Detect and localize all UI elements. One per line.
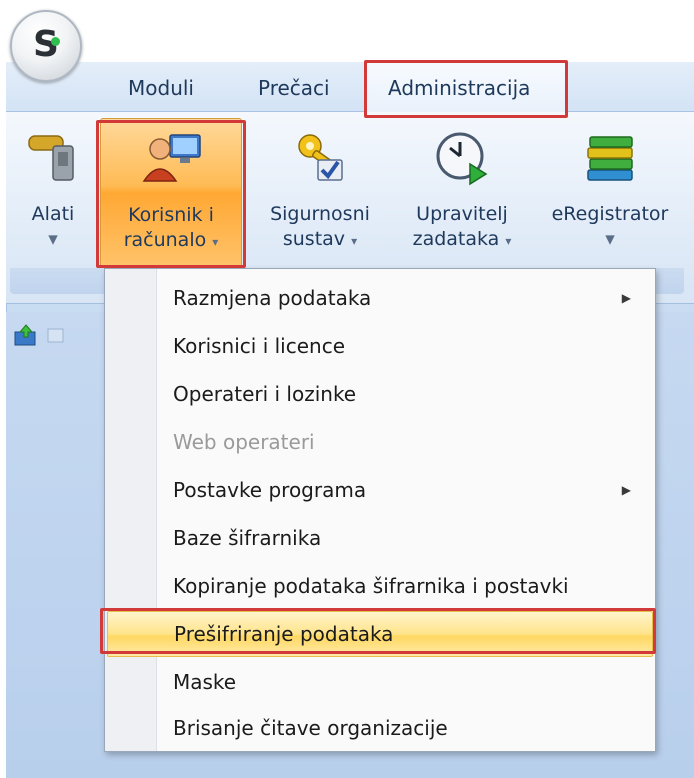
menu-item-brisanje-organizacije[interactable]: Brisanje čitave organizacije (107, 705, 653, 751)
dropdown-arrow-icon: ▾ (351, 234, 358, 248)
submenu-arrow-icon: ▶ (621, 483, 631, 497)
tab-precaci[interactable]: Prečaci (258, 76, 330, 100)
menu-item-kopiranje-podataka[interactable]: Kopiranje podataka šifrarnika i postavki (107, 563, 653, 609)
ribbon-label: Alati (31, 203, 75, 225)
menu-item-korisnici-i-licence[interactable]: Korisnici i licence (107, 323, 653, 369)
dropdown-arrow-icon: ▾ (505, 234, 512, 248)
menu-item-label: Postavke programa (173, 478, 367, 502)
ribbon-label-line2: računalo (123, 229, 207, 251)
ribbon-label-line1: Sigurnosni (270, 203, 370, 225)
menu-item-label: Razmjena podataka (173, 286, 372, 310)
ribbon-button-sigurnosni-sustav[interactable]: Sigurnosni sustav ▾ (256, 118, 384, 268)
korisnik-racunalo-dropdown-menu: Razmjena podataka ▶ Korisnici i licence … (104, 268, 656, 752)
tools-icon (18, 128, 88, 188)
menu-item-label: Web operateri (173, 430, 315, 454)
dropdown-arrow-icon: ▾ (212, 235, 219, 249)
application-menu-button[interactable]: S (10, 10, 82, 82)
ribbon-label-line2: zadataka (412, 228, 500, 250)
dropdown-arrow-icon: ▾ (48, 228, 58, 250)
menu-item-razmjena-podataka[interactable]: Razmjena podataka ▶ (107, 275, 653, 321)
menu-item-label: Baze šifrarnika (173, 526, 322, 550)
tab-moduli[interactable]: Moduli (128, 76, 194, 100)
menu-item-label: Kopiranje podataka šifrarnika i postavki (173, 574, 569, 598)
upload-folder-icon[interactable] (14, 324, 38, 350)
menu-item-postavke-programa[interactable]: Postavke programa ▶ (107, 467, 653, 513)
menu-item-label: Prešifriranje podataka (174, 622, 394, 646)
menu-item-label: Brisanje čitave organizacije (173, 716, 448, 740)
ribbon-label: eRegistrator (551, 203, 669, 225)
menu-item-presifriranje-podataka[interactable]: Prešifriranje podataka (107, 611, 653, 657)
ribbon-button-alati[interactable]: Alati ▾ (18, 118, 88, 268)
quick-access-toolbar (14, 322, 66, 352)
logo-dot (51, 37, 60, 46)
submenu-arrow-icon: ▶ (621, 291, 631, 305)
menu-item-maske[interactable]: Maske (107, 659, 653, 705)
dropdown-arrow-icon: ▾ (605, 228, 615, 250)
menu-item-web-operateri: Web operateri (107, 419, 653, 465)
menu-item-label: Korisnici i licence (173, 334, 346, 358)
menu-item-operateri-i-lozinke[interactable]: Operateri i lozinke (107, 371, 653, 417)
books-icon (540, 128, 680, 188)
ribbon-label-line1: Korisnik i (128, 204, 214, 226)
security-key-icon (256, 128, 384, 188)
task-clock-icon (396, 128, 528, 188)
ribbon-button-korisnik-i-racunalo[interactable]: Korisnik i računalo ▾ (100, 118, 242, 268)
menu-item-label: Maske (173, 670, 237, 694)
window-icon[interactable] (46, 325, 66, 349)
ribbon-button-upravitelj-zadataka[interactable]: Upravitelj zadataka ▾ (396, 118, 528, 268)
tab-administracija[interactable]: Administracija (388, 76, 530, 100)
ribbon-button-eregistrator[interactable]: eRegistrator ▾ (540, 118, 680, 268)
menu-item-label: Operateri i lozinke (173, 382, 357, 406)
user-computer-icon (101, 129, 241, 189)
ribbon-label-line1: Upravitelj (416, 203, 508, 225)
ribbon-tab-bar (6, 62, 694, 112)
ribbon-label-line2: sustav (282, 228, 346, 250)
menu-item-baze-sifrarnika[interactable]: Baze šifrarnika (107, 515, 653, 561)
